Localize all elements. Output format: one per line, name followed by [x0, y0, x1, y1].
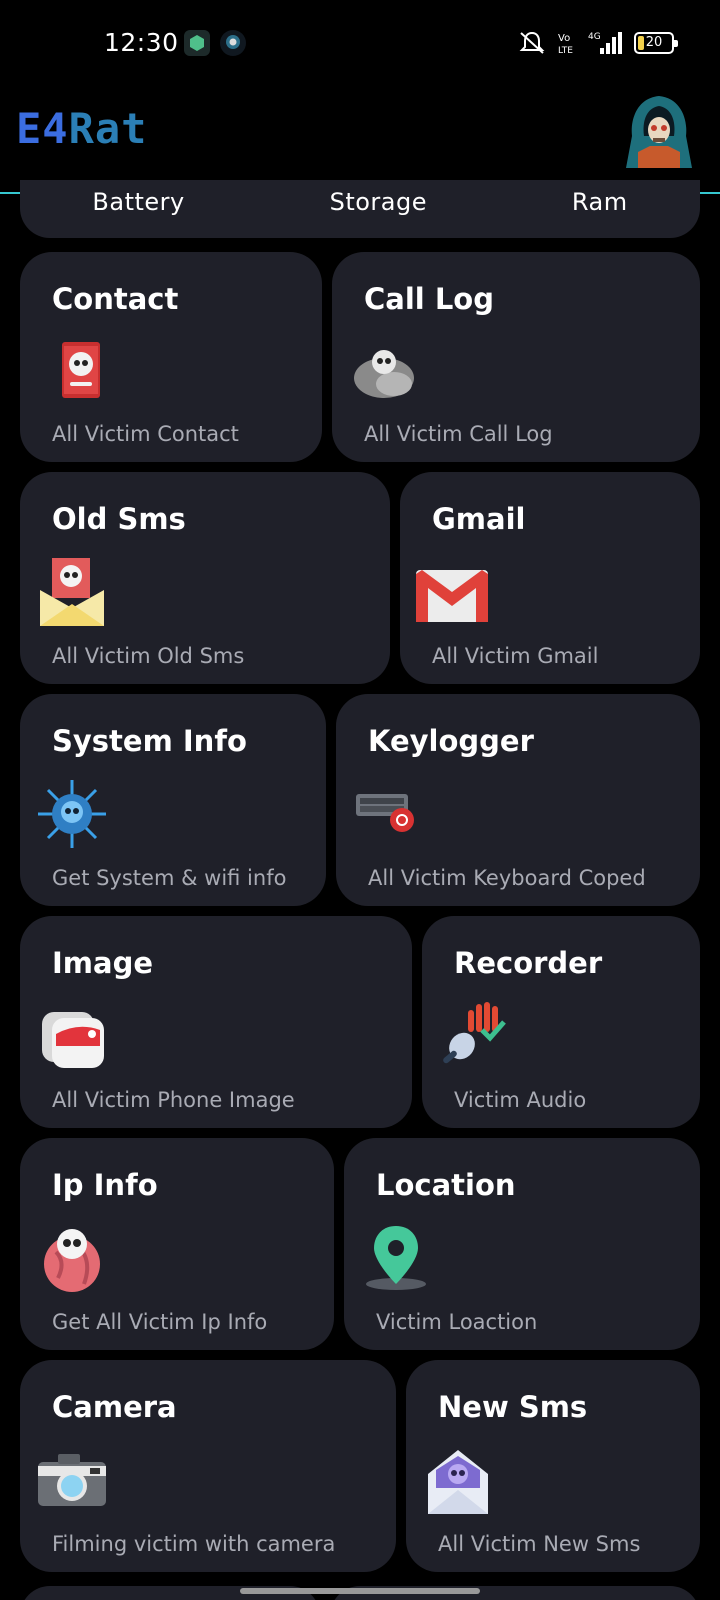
hooded-skull-avatar[interactable] [620, 92, 698, 172]
skull-envelope-icon [36, 556, 108, 628]
device-stats-card[interactable]: Battery Storage Ram [20, 180, 700, 238]
battery-icon: 20 [634, 32, 678, 54]
card-subtitle: Filming victim with camera [52, 1532, 336, 1556]
new-sms-card[interactable]: New Sms All Victim New Sms [406, 1360, 700, 1572]
system-info-card[interactable]: System Info Get System & wifi info [20, 694, 326, 906]
mute-bell-icon [519, 31, 545, 54]
microphone-icon [438, 1000, 510, 1072]
skull-cloud-icon [348, 336, 420, 408]
skull-globe-icon [36, 1222, 108, 1294]
camera-card[interactable]: Camera Filming victim with camera [20, 1360, 396, 1572]
card-subtitle: All Victim Contact [52, 422, 239, 446]
skull-book-icon [36, 336, 108, 408]
card-title: Location [376, 1168, 516, 1202]
svg-text:4G: 4G [588, 32, 601, 42]
volte-icon: Vo LTE [558, 33, 573, 56]
card-title: Gmail [432, 502, 526, 536]
card-title: System Info [52, 724, 247, 758]
card-subtitle: All Victim Keyboard Coped [368, 866, 646, 890]
ip-info-card[interactable]: Ip Info Get All Victim Ip Info [20, 1138, 334, 1350]
card-title: Recorder [454, 946, 603, 980]
svg-text:LTE: LTE [558, 46, 573, 56]
battery-stat-label: Battery [92, 188, 185, 216]
location-pin-icon [360, 1222, 432, 1294]
location-card[interactable]: Location Victim Loaction [344, 1138, 700, 1350]
svg-text:Vo: Vo [558, 33, 570, 44]
avatar-notification-icon [220, 30, 246, 56]
card-subtitle: All Victim Phone Image [52, 1088, 295, 1112]
app-logo: E4Rat [16, 104, 148, 153]
signal-icon: 4G [588, 32, 622, 54]
card-subtitle: Get All Victim Ip Info [52, 1310, 268, 1334]
status-bar: 12:30 Vo LTE 4G 20 [0, 0, 720, 90]
card-title: Old Sms [52, 502, 186, 536]
image-card[interactable]: Image All Victim Phone Image [20, 916, 412, 1128]
card-title: Contact [52, 282, 179, 316]
keylogger-card[interactable]: Keylogger All Victim Keyboard Coped [336, 694, 700, 906]
gmail-icon [416, 556, 488, 628]
status-time: 12:30 [104, 28, 179, 57]
storage-stat-label: Storage [329, 188, 427, 216]
card-title: Ip Info [52, 1168, 158, 1202]
card-subtitle: All Victim Call Log [364, 422, 553, 446]
app-bar: E4Rat [0, 90, 720, 194]
card-title: Camera [52, 1390, 177, 1424]
old-sms-card[interactable]: Old Sms All Victim Old Sms [20, 472, 390, 684]
skull-mail-icon [422, 1444, 494, 1516]
card-subtitle: Victim Loaction [376, 1310, 538, 1334]
card-subtitle: All Victim Gmail [432, 644, 599, 668]
card-title: Keylogger [368, 724, 534, 758]
card-subtitle: All Victim New Sms [438, 1532, 641, 1556]
contact-card[interactable]: Contact All Victim Contact [20, 252, 322, 462]
card-title: Call Log [364, 282, 494, 316]
gmail-card[interactable]: Gmail All Victim Gmail [400, 472, 700, 684]
card-title: Image [52, 946, 154, 980]
card-subtitle: All Victim Old Sms [52, 644, 245, 668]
recorder-card[interactable]: Recorder Victim Audio [422, 916, 700, 1128]
virus-skull-icon [36, 778, 108, 850]
card-subtitle: Victim Audio [454, 1088, 587, 1112]
keyboard-biohazard-icon [352, 778, 424, 850]
card-title: New Sms [438, 1390, 588, 1424]
ram-stat-label: Ram [571, 188, 628, 216]
card-subtitle: Get System & wifi info [52, 866, 287, 890]
call-log-card[interactable]: Call Log All Victim Call Log [332, 252, 700, 462]
camera-icon [36, 1444, 108, 1516]
app-notification-icon [184, 30, 210, 56]
photos-icon [36, 1000, 108, 1072]
gesture-navigation-bar[interactable] [240, 1588, 480, 1594]
